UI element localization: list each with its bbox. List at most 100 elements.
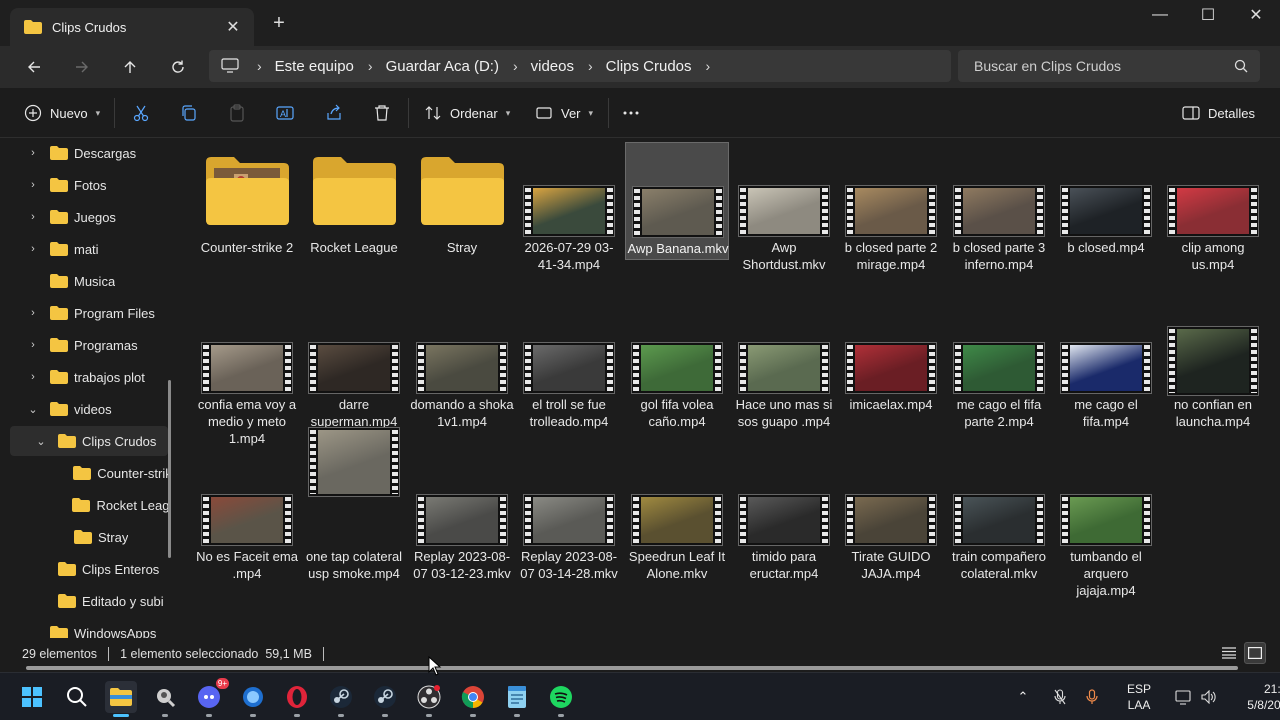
sidebar-item[interactable]: › mati bbox=[10, 234, 168, 264]
video-file-item[interactable]: domando a shoka 1v1.mp4 bbox=[410, 299, 514, 429]
sidebar-item[interactable]: ⌄ videos bbox=[10, 394, 168, 424]
copy-button[interactable] bbox=[180, 100, 198, 126]
video-file-item[interactable]: b closed parte 2 mirage.mp4 bbox=[839, 142, 943, 272]
close-tab-button[interactable]: ✕ bbox=[222, 16, 244, 38]
forward-button[interactable] bbox=[67, 52, 97, 82]
chevron-icon[interactable]: › bbox=[26, 371, 40, 383]
delete-button[interactable] bbox=[373, 100, 391, 126]
clock[interactable]: 21:54 5/8/2026 bbox=[1232, 681, 1280, 713]
video-file-item[interactable]: Speedrun Leaf It Alone.mkv bbox=[625, 451, 729, 581]
video-file-item[interactable]: Hace uno mas si sos guapo .mp4 bbox=[732, 299, 836, 429]
video-file-item[interactable]: el troll se fue trolleado.mp4 bbox=[517, 299, 621, 429]
sidebar-item[interactable]: › trabajos plot bbox=[10, 362, 168, 392]
sidebar-item[interactable]: Counter-strik bbox=[10, 458, 168, 488]
video-file-item[interactable]: me cago el fifa.mp4 bbox=[1054, 299, 1158, 429]
search-input[interactable]: Buscar en Clips Crudos bbox=[958, 50, 1260, 82]
video-file-item[interactable]: train compañero colateral.mkv bbox=[947, 451, 1051, 581]
breadcrumb-item[interactable]: videos › bbox=[531, 58, 606, 75]
app-icon[interactable] bbox=[149, 681, 181, 717]
rename-button[interactable]: A bbox=[276, 100, 294, 126]
video-file-item[interactable]: b closed parte 3 inferno.mp4 bbox=[947, 142, 1051, 272]
app-blue-icon[interactable] bbox=[237, 681, 269, 717]
minimize-button[interactable]: — bbox=[1136, 0, 1184, 30]
video-file-item[interactable]: b closed.mp4 bbox=[1054, 142, 1158, 260]
sidebar-item[interactable]: ⌄ Clips Crudos bbox=[10, 426, 168, 456]
obs-icon[interactable] bbox=[413, 681, 445, 717]
folder-item[interactable]: Counter-strike 2 bbox=[195, 142, 299, 260]
video-file-item[interactable]: Replay 2023-08-07 03-14-28.mkv bbox=[517, 451, 621, 581]
sidebar-item[interactable]: Musica bbox=[10, 266, 168, 296]
video-file-item[interactable]: me cago el fifa parte 2.mp4 bbox=[947, 299, 1051, 429]
sidebar-item[interactable]: › Program Files bbox=[10, 298, 168, 328]
windows-start-icon[interactable] bbox=[16, 681, 48, 713]
video-file-item[interactable]: confia ema voy a medio y meto 1.mp4 bbox=[195, 299, 299, 446]
network-icon[interactable] bbox=[1170, 689, 1198, 705]
steam-icon[interactable] bbox=[325, 681, 357, 717]
new-tab-button[interactable]: + bbox=[268, 12, 290, 34]
new-button[interactable]: Nuevo ▾ bbox=[24, 100, 100, 126]
video-file-item[interactable]: timido para eructar.mp4 bbox=[732, 451, 836, 581]
folder-item[interactable]: Stray bbox=[410, 142, 514, 260]
sort-button[interactable]: Ordenar ▾ bbox=[424, 100, 510, 126]
file-explorer-icon[interactable] bbox=[105, 681, 137, 717]
view-button[interactable]: Ver ▾ bbox=[535, 100, 593, 126]
chevron-icon[interactable]: › bbox=[26, 147, 40, 159]
tab-clips-crudos[interactable]: Clips Crudos ✕ bbox=[10, 8, 254, 46]
breadcrumb-item[interactable]: Guardar Aca (D:) › bbox=[386, 58, 531, 75]
share-button[interactable] bbox=[325, 100, 343, 126]
microphone-icon[interactable] bbox=[1076, 689, 1108, 705]
spotify-icon[interactable] bbox=[545, 681, 577, 717]
sidebar-item[interactable]: › Descargas bbox=[10, 138, 168, 168]
details-button[interactable]: Detalles bbox=[1182, 100, 1255, 126]
breadcrumb-item[interactable]: Este equipo › bbox=[275, 58, 386, 75]
video-file-item[interactable]: darre superman.mp4 bbox=[302, 299, 406, 429]
video-file-item[interactable]: no confian en launcha.mp4 bbox=[1161, 299, 1265, 429]
video-file-item[interactable]: Awp Shortdust.mkv bbox=[732, 142, 836, 272]
video-file-item[interactable]: imicaelax.mp4 bbox=[839, 299, 943, 417]
video-file-item[interactable]: clip among us.mp4 bbox=[1161, 142, 1265, 272]
refresh-button[interactable] bbox=[163, 52, 193, 82]
sidebar-item[interactable]: WindowsApps bbox=[10, 618, 168, 638]
sidebar-item[interactable]: Clips Enteros bbox=[10, 554, 168, 584]
chevron-up-icon[interactable]: ⌃ bbox=[1012, 689, 1034, 705]
steam-icon[interactable] bbox=[369, 681, 401, 717]
notepad-icon[interactable] bbox=[501, 681, 533, 717]
video-file-item[interactable]: Replay 2023-08-07 03-12-23.mkv bbox=[410, 451, 514, 581]
video-file-item[interactable]: Awp Banana.mkv bbox=[625, 142, 729, 260]
thumbnail-view-button[interactable] bbox=[1244, 642, 1266, 664]
sidebar-scrollbar[interactable] bbox=[168, 380, 171, 558]
sidebar-item[interactable]: › Fotos bbox=[10, 170, 168, 200]
video-file-item[interactable]: 2026-07-29 03-41-34.mp4 bbox=[517, 142, 621, 272]
chevron-icon[interactable]: ⌄ bbox=[26, 403, 40, 416]
video-file-item[interactable]: Tirate GUIDO JAJA.mp4 bbox=[839, 451, 943, 581]
sidebar-item[interactable]: › Programas bbox=[10, 330, 168, 360]
close-window-button[interactable]: ✕ bbox=[1232, 0, 1280, 30]
sidebar-item[interactable]: Rocket Leagu bbox=[10, 490, 168, 520]
sidebar-item[interactable]: › Juegos bbox=[10, 202, 168, 232]
details-view-button[interactable] bbox=[1218, 642, 1240, 664]
chevron-icon[interactable]: › bbox=[26, 211, 40, 223]
maximize-button[interactable]: ☐ bbox=[1184, 0, 1232, 30]
chevron-icon[interactable]: › bbox=[26, 243, 40, 255]
volume-icon[interactable] bbox=[1198, 690, 1220, 704]
language-indicator[interactable]: ESP LAA bbox=[1114, 681, 1164, 713]
more-options-button[interactable] bbox=[622, 100, 640, 126]
chevron-icon[interactable]: › bbox=[26, 307, 40, 319]
discord-icon[interactable]: 9+ bbox=[193, 678, 229, 717]
chevron-icon[interactable]: › bbox=[26, 339, 40, 351]
search-icon[interactable] bbox=[61, 681, 93, 713]
mic-muted-icon[interactable] bbox=[1044, 689, 1076, 705]
address-bar[interactable]: › Este equipo › Guardar Aca (D:) › videos ›… bbox=[209, 50, 951, 82]
opera-icon[interactable] bbox=[281, 681, 313, 717]
video-file-item[interactable]: one tap colateral usp smoke.mp4 bbox=[302, 427, 406, 581]
back-button[interactable] bbox=[19, 52, 49, 82]
up-button[interactable] bbox=[115, 52, 145, 82]
folder-item[interactable]: Rocket League bbox=[302, 142, 406, 260]
chevron-icon[interactable]: ⌄ bbox=[34, 435, 48, 448]
breadcrumb-item[interactable]: Clips Crudos › bbox=[606, 58, 724, 75]
cut-button[interactable] bbox=[132, 100, 150, 126]
sidebar-item[interactable]: Editado y subi bbox=[10, 586, 168, 616]
video-file-item[interactable]: No es Faceit ema .mp4 bbox=[195, 451, 299, 581]
video-file-item[interactable]: gol fifa volea caño.mp4 bbox=[625, 299, 729, 429]
video-file-item[interactable]: tumbando el arquero jajaja.mp4 bbox=[1054, 451, 1158, 598]
